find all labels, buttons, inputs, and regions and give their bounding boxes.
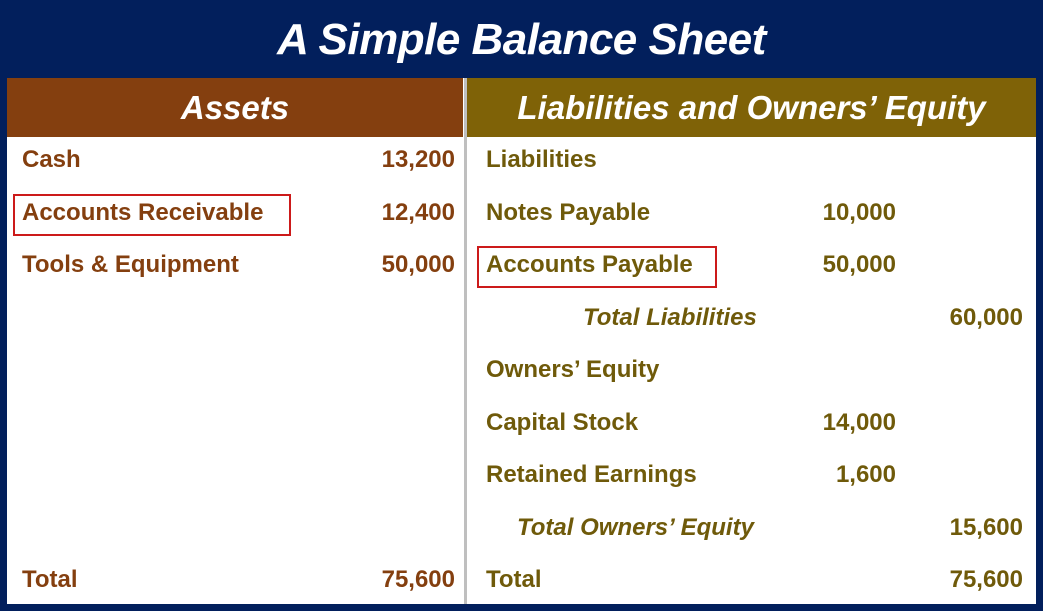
total-liabilities-label: Total Liabilities: [583, 304, 757, 331]
column-divider: [464, 78, 467, 604]
liability-value-notes-payable: 10,000: [822, 199, 896, 226]
owners-equity-section-label: Owners’ Equity: [486, 356, 660, 383]
assets-header: Assets: [7, 78, 463, 137]
page-title: A Simple Balance Sheet: [277, 15, 766, 64]
asset-value-cash: 13,200: [381, 146, 455, 173]
total-owners-equity-value: 15,600: [949, 514, 1023, 541]
liability-value-accounts-payable: 50,000: [822, 251, 896, 278]
balance-sheet-table: Assets Liabilities and Owners’ Equity Ca…: [7, 78, 1036, 604]
equity-label-retained-earnings: Retained Earnings: [486, 461, 697, 488]
liabilities-section-label: Liabilities: [486, 146, 597, 173]
liabilities-equity-total-value: 75,600: [949, 566, 1023, 593]
equity-value-capital-stock: 14,000: [822, 409, 896, 436]
equity-label-capital-stock: Capital Stock: [486, 409, 639, 436]
liabilities-equity-total-label: Total: [486, 566, 542, 593]
asset-label-accounts-receivable: Accounts Receivable: [22, 199, 264, 226]
asset-label-tools-equipment: Tools & Equipment: [22, 251, 239, 278]
asset-label-cash: Cash: [22, 146, 81, 173]
asset-value-accounts-receivable: 12,400: [381, 199, 455, 226]
equity-value-retained-earnings: 1,600: [835, 461, 896, 488]
asset-value-tools-equipment: 50,000: [381, 251, 455, 278]
liability-label-accounts-payable: Accounts Payable: [486, 251, 693, 278]
total-owners-equity-label: Total Owners’ Equity: [517, 514, 754, 541]
liabilities-equity-header: Liabilities and Owners’ Equity: [467, 78, 1036, 137]
balance-sheet-frame: A Simple Balance Sheet Assets Liabilitie…: [0, 0, 1043, 611]
liability-label-notes-payable: Notes Payable: [486, 199, 651, 226]
total-liabilities-value: 60,000: [949, 304, 1023, 331]
assets-total-value: 75,600: [381, 566, 455, 593]
assets-total-label: Total: [22, 566, 78, 593]
